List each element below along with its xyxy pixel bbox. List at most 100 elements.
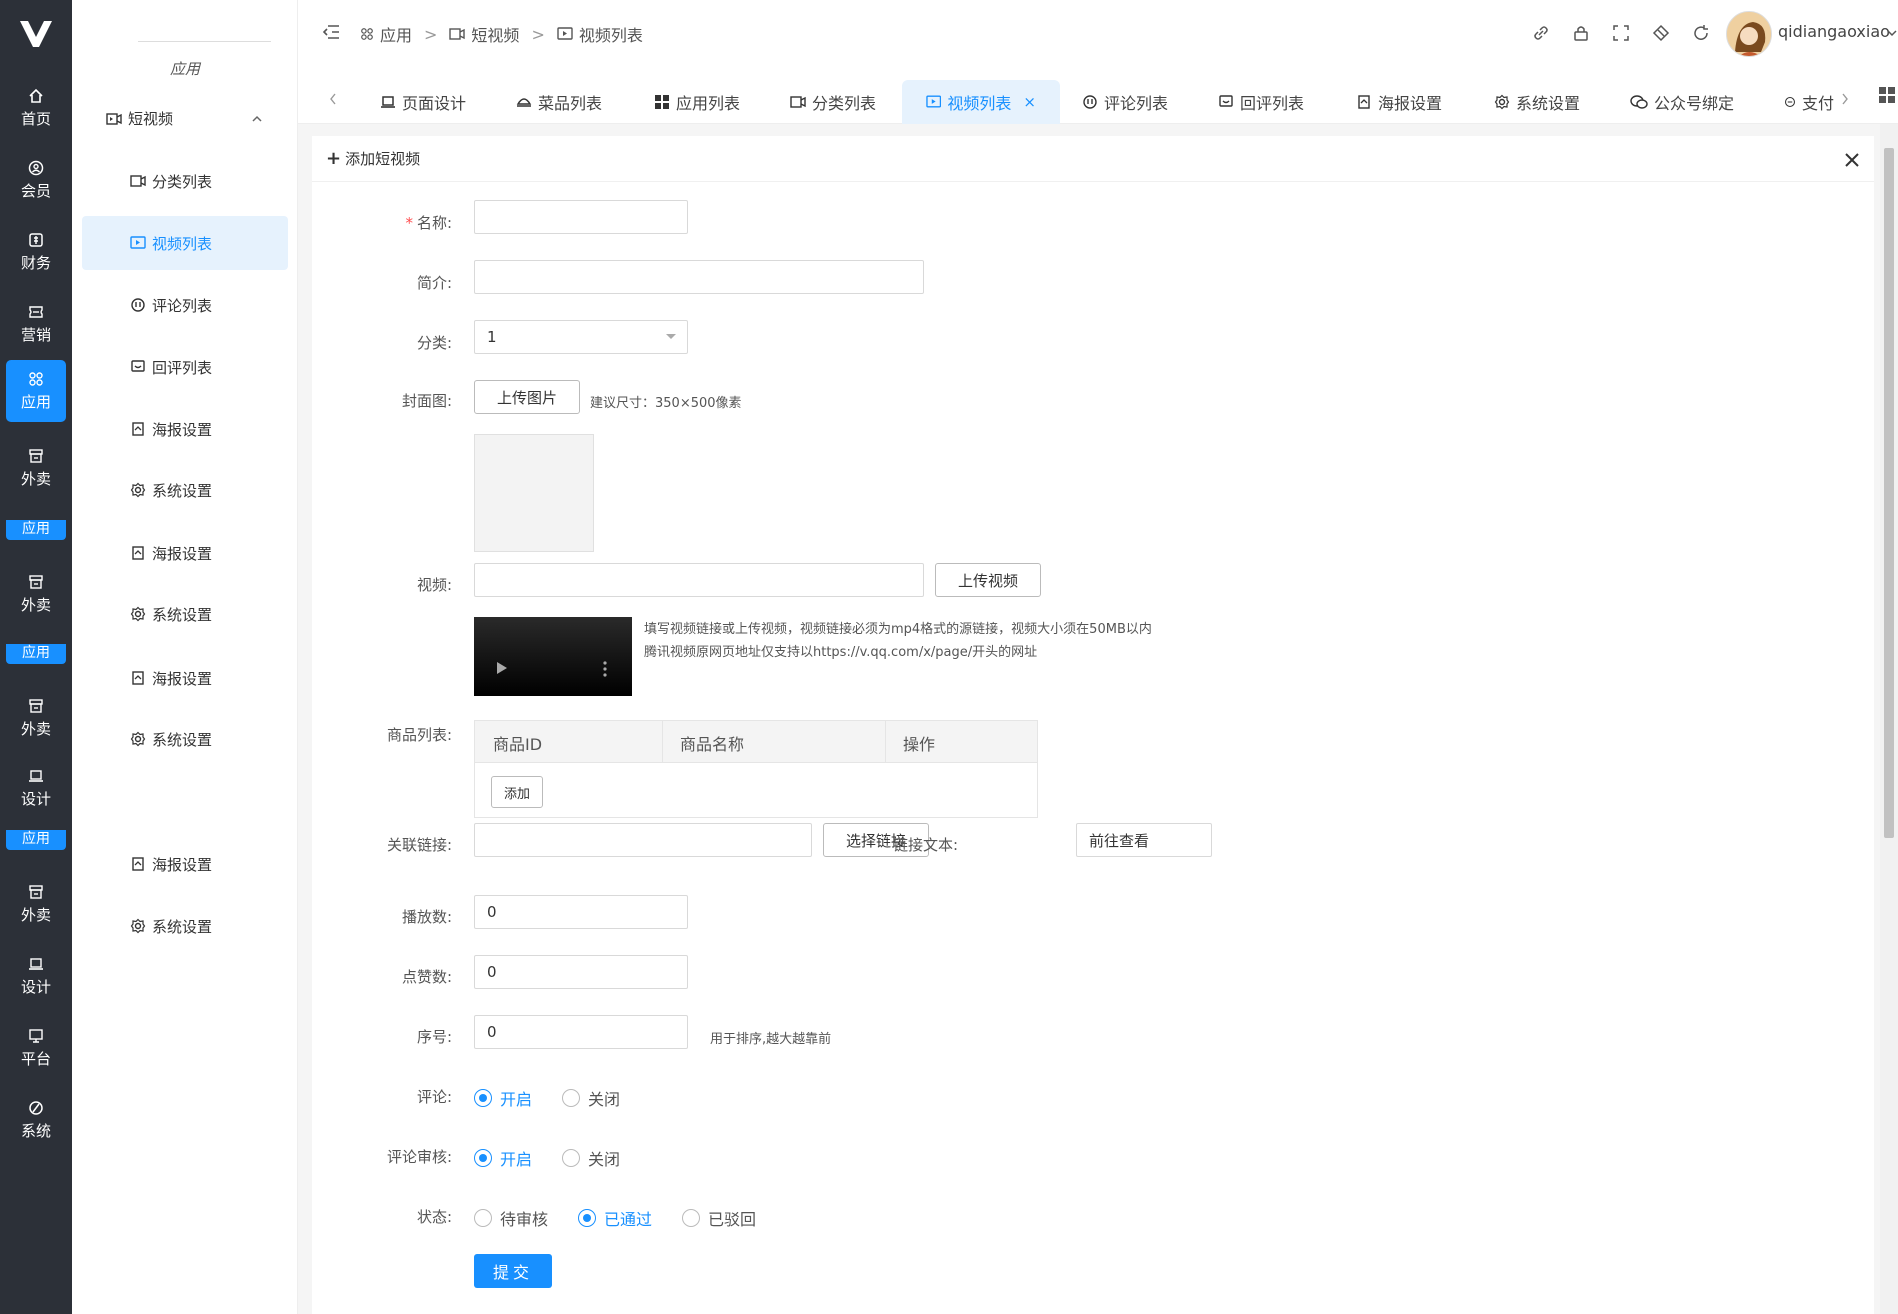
chevron-down-icon[interactable] bbox=[1886, 28, 1898, 38]
link-input[interactable] bbox=[474, 823, 812, 857]
tab-dish-list[interactable]: 菜品列表 bbox=[516, 80, 602, 124]
subnav-group-short-video[interactable]: 短视频 bbox=[106, 108, 173, 129]
likes-input[interactable] bbox=[474, 955, 688, 989]
tab-reply-list[interactable]: 回评列表 bbox=[1218, 80, 1304, 124]
nav-platform[interactable]: 平台 bbox=[6, 1018, 66, 1078]
tab-comment-list[interactable]: 评论列表 bbox=[1082, 80, 1168, 124]
subnav-item-poster-settings[interactable]: 海报设置 bbox=[82, 402, 288, 456]
chevron-left-icon[interactable] bbox=[328, 92, 338, 106]
required-mark: * bbox=[405, 214, 413, 232]
submit-button[interactable]: 提交 bbox=[474, 1254, 552, 1288]
subnav-item-poster-settings[interactable]: 海报设置 bbox=[82, 526, 288, 580]
goods-label: 商品列表: bbox=[386, 726, 452, 744]
tab-page-design[interactable]: 页面设计 bbox=[380, 80, 466, 124]
nav-design-1[interactable]: 设计 bbox=[6, 758, 66, 818]
poster-icon bbox=[1358, 95, 1370, 109]
nav-apps-stub[interactable]: 应用 bbox=[6, 644, 66, 664]
subnav-item-comment-list[interactable]: 评论列表 bbox=[82, 278, 288, 332]
audit-off-radio[interactable]: 关闭 bbox=[562, 1146, 620, 1170]
nav-takeout-4[interactable]: 外卖 bbox=[6, 874, 66, 934]
video-label: 视频: bbox=[416, 576, 452, 594]
plays-input[interactable] bbox=[474, 895, 688, 929]
nav-takeout-2[interactable]: 外卖 bbox=[6, 564, 66, 624]
nav-marketing[interactable]: 营销 bbox=[6, 294, 66, 354]
upload-video-button[interactable]: 上传视频 bbox=[935, 563, 1041, 597]
nav-finance[interactable]: 财务 bbox=[6, 222, 66, 282]
more-icon[interactable] bbox=[602, 661, 608, 677]
video-icon bbox=[106, 112, 122, 125]
video-preview[interactable] bbox=[474, 617, 632, 696]
comment-icon bbox=[131, 298, 145, 312]
chevron-up-icon[interactable] bbox=[250, 112, 264, 126]
lock-icon[interactable] bbox=[1570, 22, 1592, 44]
nav-apps-stub[interactable]: 应用 bbox=[6, 520, 66, 540]
nav-takeout-3[interactable]: 外卖 bbox=[6, 688, 66, 748]
audit-label: 评论审核: bbox=[386, 1148, 452, 1166]
grid-icon bbox=[655, 95, 669, 109]
subnav-item-poster-settings[interactable]: 海报设置 bbox=[82, 651, 288, 705]
gear-icon bbox=[130, 731, 146, 747]
refresh-icon[interactable] bbox=[1690, 22, 1712, 44]
play-icon[interactable] bbox=[496, 661, 508, 675]
sort-hint: 用于排序,越大越靠前 bbox=[710, 1032, 832, 1047]
comment-on-radio[interactable]: 开启 bbox=[474, 1086, 532, 1110]
nav-design-2[interactable]: 设计 bbox=[6, 946, 66, 1006]
name-input[interactable] bbox=[474, 200, 688, 234]
intro-input[interactable] bbox=[474, 260, 924, 294]
fullscreen-icon[interactable] bbox=[1610, 22, 1632, 44]
radio-dot bbox=[682, 1209, 700, 1227]
tab-app-list[interactable]: 应用列表 bbox=[654, 80, 740, 124]
dish-icon bbox=[516, 98, 532, 107]
tab-video-list[interactable]: 视频列表 × bbox=[902, 80, 1060, 124]
subnav-item-poster-settings[interactable]: 海报设置 bbox=[82, 837, 288, 891]
subnav-item-category-list[interactable]: 分类列表 bbox=[82, 154, 288, 208]
subnav-item-reply-list[interactable]: 回评列表 bbox=[82, 340, 288, 394]
upload-image-button[interactable]: 上传图片 bbox=[474, 380, 580, 414]
sort-label: 序号: bbox=[416, 1028, 452, 1046]
laptop-icon bbox=[28, 956, 44, 972]
video-url-input[interactable] bbox=[474, 563, 924, 597]
link-text-input[interactable] bbox=[1076, 823, 1212, 857]
subnav-item-system-settings[interactable]: 系统设置 bbox=[82, 899, 288, 953]
collapse-menu-icon[interactable] bbox=[322, 24, 340, 40]
category-select[interactable]: 1 bbox=[474, 320, 688, 354]
plays-label: 播放数: bbox=[401, 908, 452, 926]
subnav-item-system-settings[interactable]: 系统设置 bbox=[82, 463, 288, 517]
link-icon[interactable] bbox=[1530, 22, 1552, 44]
comment-off-radio[interactable]: 关闭 bbox=[562, 1086, 620, 1110]
status-rejected-radio[interactable]: 已驳回 bbox=[682, 1206, 756, 1230]
panel-header: + 添加短视频 bbox=[312, 136, 1874, 182]
content-scrollbar[interactable] bbox=[1880, 124, 1898, 1314]
nav-apps[interactable]: 应用 bbox=[6, 360, 66, 422]
nav-member[interactable]: 会员 bbox=[6, 150, 66, 210]
sort-input[interactable] bbox=[474, 1015, 688, 1049]
tab-payment[interactable]: 支付 bbox=[1784, 80, 1834, 124]
tab-system-settings[interactable]: 系统设置 bbox=[1494, 80, 1580, 124]
grid-menu-icon[interactable] bbox=[1878, 86, 1896, 104]
brand-logo[interactable] bbox=[14, 14, 58, 54]
nav-system[interactable]: 系统 bbox=[6, 1090, 66, 1150]
breadcrumb-item[interactable]: 应用 bbox=[380, 22, 412, 46]
close-icon[interactable] bbox=[1842, 150, 1862, 170]
chevron-right-icon[interactable] bbox=[1840, 92, 1850, 106]
nav-apps-stub[interactable]: 应用 bbox=[6, 830, 66, 850]
subnav-item-video-list[interactable]: 视频列表 bbox=[82, 216, 288, 270]
user-avatar[interactable] bbox=[1726, 11, 1772, 57]
subnav-item-system-settings[interactable]: 系统设置 bbox=[82, 712, 288, 766]
status-approved-radio[interactable]: 已通过 bbox=[578, 1206, 652, 1230]
breadcrumb-item[interactable]: 短视频 bbox=[471, 22, 519, 46]
scrollbar-thumb[interactable] bbox=[1884, 148, 1894, 838]
tab-wechat-binding[interactable]: 公众号绑定 bbox=[1630, 80, 1734, 124]
subnav-item-system-settings[interactable]: 系统设置 bbox=[82, 587, 288, 641]
audit-on-radio[interactable]: 开启 bbox=[474, 1146, 532, 1170]
nav-home[interactable]: 首页 bbox=[6, 78, 66, 138]
add-goods-button[interactable]: 添加 bbox=[491, 776, 543, 808]
eraser-icon[interactable] bbox=[1650, 22, 1672, 44]
nav-takeout-1[interactable]: 外卖 bbox=[6, 438, 66, 498]
status-pending-radio[interactable]: 待审核 bbox=[474, 1206, 548, 1230]
close-icon[interactable]: × bbox=[1023, 93, 1036, 111]
tab-category-list[interactable]: 分类列表 bbox=[790, 80, 876, 124]
username[interactable]: qidiangaoxiao bbox=[1778, 22, 1890, 41]
tab-poster-settings[interactable]: 海报设置 bbox=[1356, 80, 1442, 124]
cover-preview[interactable] bbox=[474, 434, 594, 552]
